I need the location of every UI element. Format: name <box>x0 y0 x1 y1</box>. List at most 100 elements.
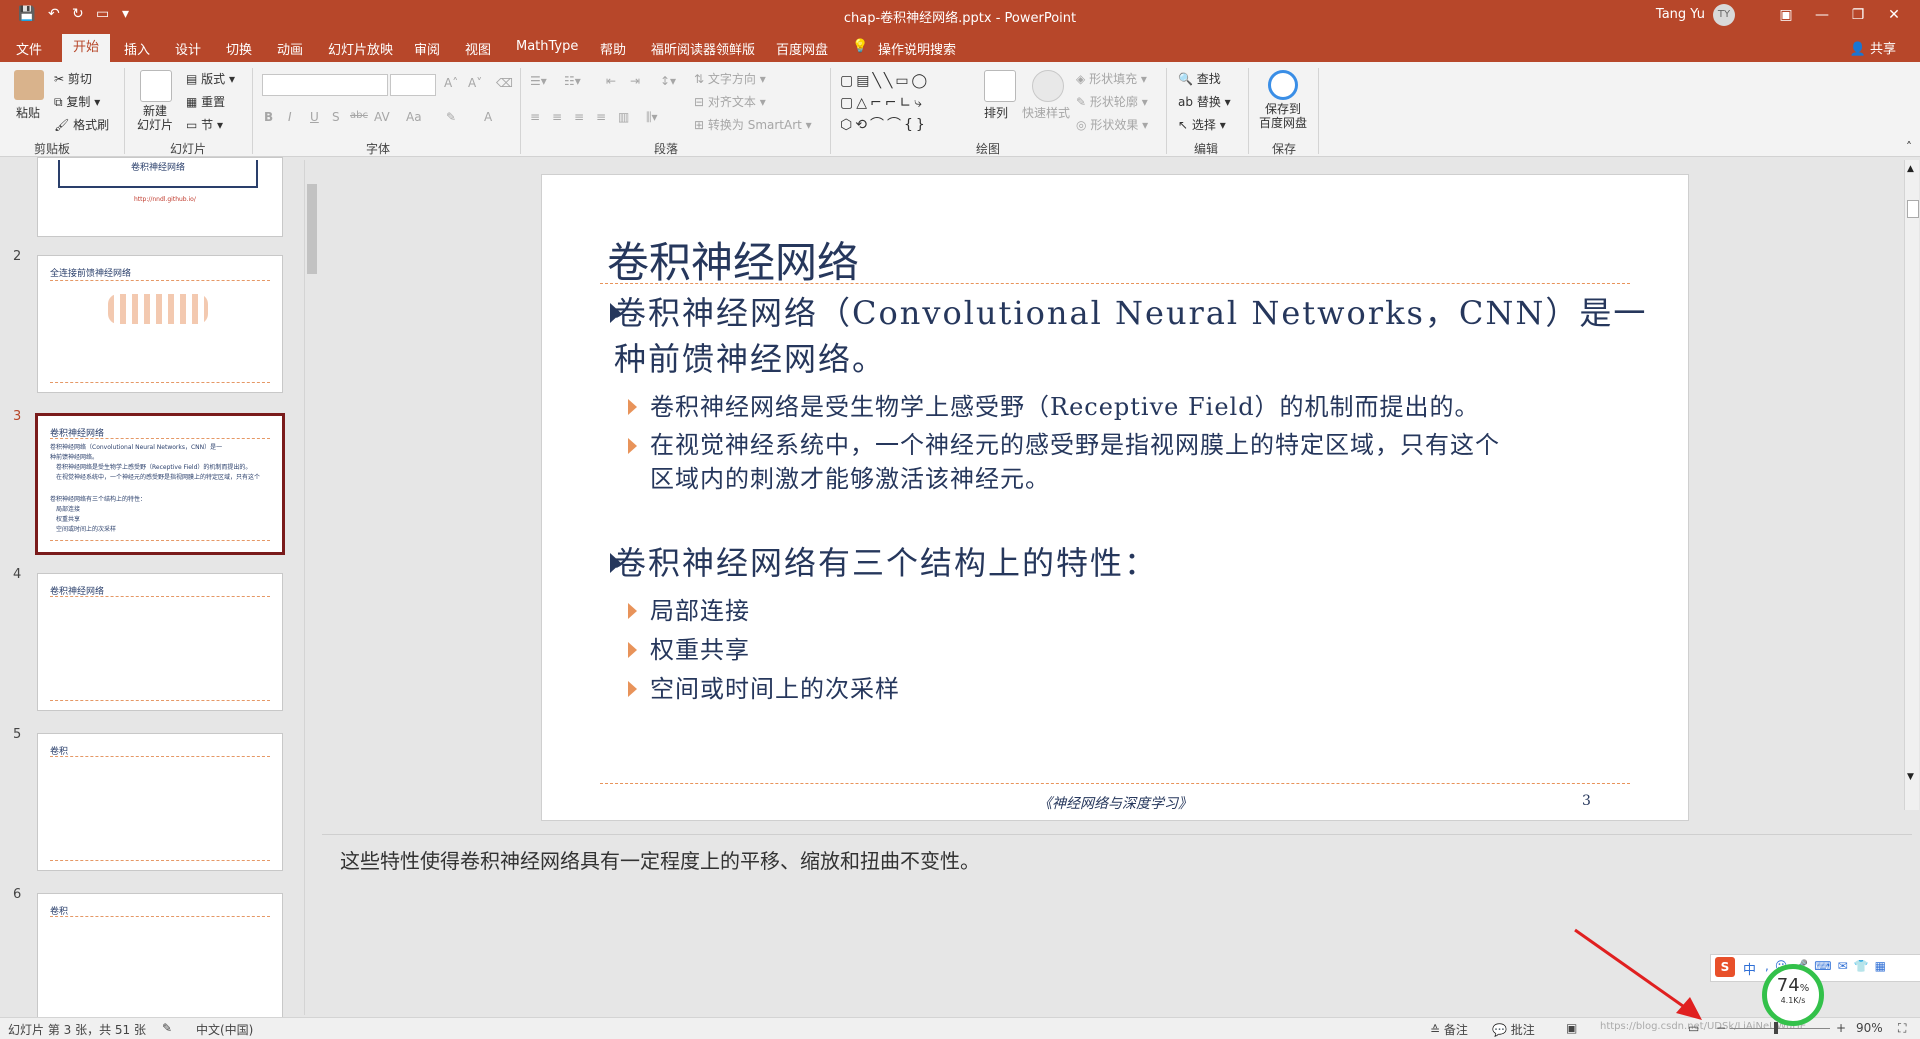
slide-thumbnail-3[interactable]: 卷积神经网络 卷积神经网络（Convolutional Neural Netwo… <box>35 413 285 555</box>
select-button[interactable]: ↖ 选择 ▾ <box>1178 116 1226 133</box>
new-slide-button[interactable]: 新建 幻灯片 <box>134 104 176 132</box>
increase-indent-icon[interactable]: ⇥ <box>630 74 640 88</box>
slide-thumbnail-1[interactable]: 卷积神经网络 http://nndl.github.io/ <box>37 157 283 237</box>
char-spacing-button[interactable]: AV <box>374 110 390 124</box>
shape-fill-button[interactable]: ◈ 形状填充 ▾ <box>1076 70 1147 87</box>
align-right-icon[interactable]: ≡ <box>574 110 584 124</box>
decrease-indent-icon[interactable]: ⇤ <box>606 74 616 88</box>
new-slide-icon[interactable] <box>140 70 172 102</box>
sub-bullet-text[interactable]: 权重共享 <box>650 632 750 668</box>
tab-animations[interactable]: 动画 <box>277 39 303 58</box>
scrollbar-thumb[interactable] <box>1907 200 1919 218</box>
tab-insert[interactable]: 插入 <box>124 39 150 58</box>
align-left-icon[interactable]: ≡ <box>530 110 540 124</box>
tab-slideshow[interactable]: 幻灯片放映 <box>328 39 393 58</box>
ime-mode-label[interactable]: 中 <box>1743 959 1756 978</box>
minimize-icon[interactable]: — <box>1808 4 1836 26</box>
scrollbar-thumb[interactable] <box>307 184 317 274</box>
slide-thumbnail-6[interactable]: 卷积 <box>37 893 283 1031</box>
tab-foxit[interactable]: 福昕阅读器领鲜版 <box>651 39 755 58</box>
quick-styles-button[interactable]: 快速样式 <box>1022 104 1070 121</box>
sub-bullet-text[interactable]: 卷积神经网络是受生物学上感受野（Receptive Field）的机制而提出的。 <box>650 389 1480 425</box>
thumbnails-scrollbar[interactable] <box>304 160 319 1015</box>
arrange-button[interactable]: 排列 <box>984 104 1008 121</box>
font-color-icon[interactable]: A <box>484 110 492 124</box>
line-spacing-icon[interactable]: ↕▾ <box>660 74 676 88</box>
italic-button[interactable]: I <box>288 110 292 124</box>
highlight-icon[interactable]: ✎ <box>446 110 456 124</box>
notes-toggle-button[interactable]: ≙ 备注 <box>1430 1021 1468 1038</box>
slide-scrollbar[interactable]: ▲ ▼ <box>1904 160 1919 810</box>
shape-effects-button[interactable]: ◎ 形状效果 ▾ <box>1076 116 1148 133</box>
font-name-combobox[interactable] <box>262 74 388 96</box>
text-direction-button[interactable]: ⇅ 文字方向 ▾ <box>694 70 766 87</box>
sub-bullet-text[interactable]: 在视觉神经系统中，一个神经元的感受野是指视网膜上的特定区域，只有这个 <box>650 427 1500 463</box>
save-baidu-button[interactable]: 保存到 百度网盘 <box>1258 102 1308 130</box>
columns-icon[interactable]: ⫼▾ <box>646 110 658 125</box>
find-button[interactable]: 🔍 查找 <box>1178 70 1221 87</box>
sub-bullet-text[interactable]: 局部连接 <box>650 593 750 629</box>
sub-bullet-text[interactable]: 空间或时间上的次采样 <box>650 671 900 707</box>
bullet-text[interactable]: 卷积神经网络有三个结构上的特性： <box>614 540 1158 586</box>
strikethrough-button[interactable]: abc <box>350 110 368 121</box>
slide-title[interactable]: 卷积神经网络 <box>607 229 859 290</box>
copy-button[interactable]: ⧉ 复制 ▾ <box>54 93 100 110</box>
sub-bullet-text[interactable]: 区域内的刺激才能够激活该神经元。 <box>650 461 1050 497</box>
tab-design[interactable]: 设计 <box>175 39 201 58</box>
font-size-combobox[interactable] <box>390 74 436 96</box>
cut-button[interactable]: ✂ 剪切 <box>54 70 92 87</box>
tab-home[interactable]: 开始 <box>62 34 110 62</box>
section-button[interactable]: ▭ 节 ▾ <box>186 116 223 133</box>
ribbon-display-icon[interactable]: ▣ <box>1772 4 1800 26</box>
arrange-icon[interactable] <box>984 70 1016 102</box>
clear-format-icon[interactable]: ⌫ <box>496 76 513 90</box>
shape-outline-button[interactable]: ✎ 形状轮廓 ▾ <box>1076 93 1148 110</box>
bullets-icon[interactable]: ☰▾ <box>530 74 547 88</box>
format-painter-button[interactable]: 🖌 格式刷 <box>54 116 109 133</box>
maximize-icon[interactable]: ❐ <box>1844 4 1872 26</box>
paste-icon[interactable] <box>14 70 44 100</box>
close-icon[interactable]: ✕ <box>1880 4 1908 26</box>
tab-review[interactable]: 审阅 <box>414 39 440 58</box>
reset-button[interactable]: ▦ 重置 <box>186 93 225 110</box>
slide-thumbnail-2[interactable]: 全连接前馈神经网络 <box>37 255 283 393</box>
bullet-text[interactable]: 种前馈神经网络。 <box>614 336 886 382</box>
shapes-gallery[interactable]: ▢▤╲╲▭◯ ▢△⌐⌐∟⤷ ⬡⟲⌒⌒{} <box>840 70 972 136</box>
fit-to-window-icon[interactable]: ⛶ <box>1898 1021 1906 1036</box>
quick-styles-icon[interactable] <box>1032 70 1064 102</box>
tab-file[interactable]: 文件 <box>16 39 42 58</box>
paste-button[interactable]: 粘贴 <box>16 104 40 121</box>
scroll-down-icon[interactable]: ▼ <box>1907 772 1914 782</box>
decrease-font-icon[interactable]: A˅ <box>468 76 482 90</box>
slide-thumbnail-4[interactable]: 卷积神经网络 <box>37 573 283 711</box>
shadow-button[interactable]: S <box>332 110 340 124</box>
language-indicator[interactable]: 中文(中国) <box>196 1021 253 1038</box>
bullet-text[interactable]: 卷积神经网络（Convolutional Neural Networks，CNN… <box>614 290 1647 336</box>
bold-button[interactable]: B <box>264 110 273 124</box>
increase-font-icon[interactable]: A˄ <box>444 76 458 90</box>
zoom-level[interactable]: 90% <box>1856 1021 1883 1035</box>
zoom-slider[interactable] <box>1730 1028 1830 1029</box>
numbering-icon[interactable]: ☷▾ <box>564 74 581 88</box>
spellcheck-icon[interactable]: ✎ <box>162 1021 172 1035</box>
tab-baidu-netdisk[interactable]: 百度网盘 <box>776 39 828 58</box>
align-text-button[interactable]: ⊟ 对齐文本 ▾ <box>694 93 766 110</box>
network-speed-widget[interactable]: 74% 4.1K/s <box>1762 964 1824 1026</box>
zoom-in-icon[interactable]: + <box>1836 1021 1846 1035</box>
zoom-slider-handle[interactable] <box>1774 1022 1778 1034</box>
share-button[interactable]: 👤 共享 <box>1850 38 1896 57</box>
tab-view[interactable]: 视图 <box>465 39 491 58</box>
tell-me-search[interactable]: 操作说明搜索 <box>878 39 956 58</box>
notes-text[interactable]: 这些特性使得卷积神经网络具有一定程度上的平移、缩放和扭曲不变性。 <box>340 845 980 874</box>
align-center-icon[interactable]: ≡ <box>552 110 562 124</box>
scroll-up-icon[interactable]: ▲ <box>1907 164 1914 174</box>
comments-toggle-button[interactable]: 💬 批注 <box>1492 1021 1535 1038</box>
collapse-ribbon-icon[interactable]: ˄ <box>1906 140 1912 154</box>
smartart-button[interactable]: ⊞ 转换为 SmartArt ▾ <box>694 116 812 133</box>
tab-help[interactable]: 帮助 <box>600 39 626 58</box>
distributed-icon[interactable]: ▥ <box>618 110 629 124</box>
tab-transitions[interactable]: 切换 <box>226 39 252 58</box>
change-case-button[interactable]: Aa <box>406 110 422 124</box>
slide-canvas[interactable]: 卷积神经网络 卷积神经网络（Convolutional Neural Netwo… <box>541 174 1689 821</box>
baidu-cloud-icon[interactable] <box>1268 70 1298 100</box>
